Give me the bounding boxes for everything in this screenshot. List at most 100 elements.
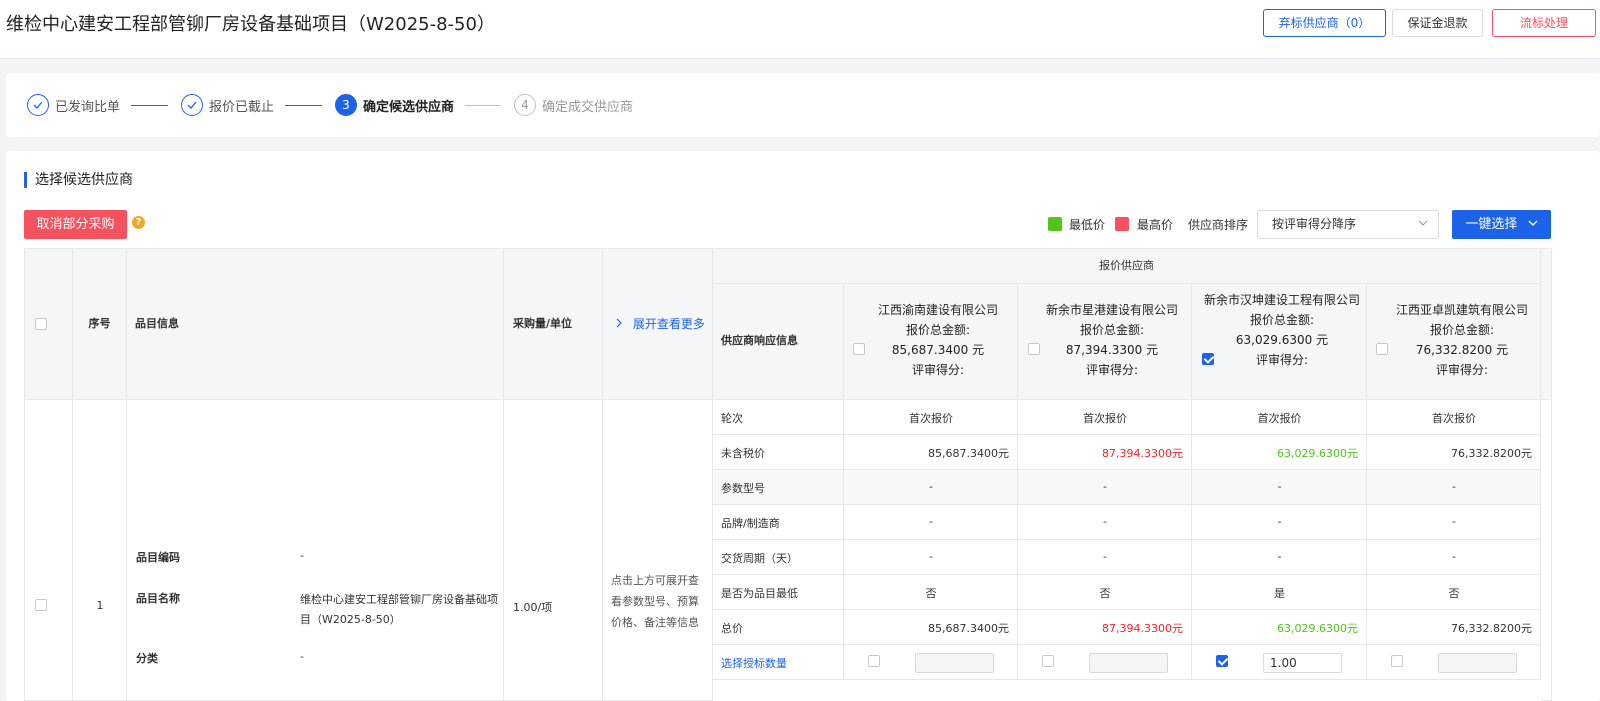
resp-cell: 76,332.8200元 [1367,435,1541,470]
resp-cell: 首次报价 [1192,400,1367,435]
resp-row-label: 轮次 [713,400,844,435]
supplier-header-4: 江西亚卓凯建筑有限公司 报价总金额: 76,332.8200 元 评审得分: [1367,284,1541,400]
header-suppliers-group: 报价供应商 [713,248,1541,284]
resp-cell: - [1192,540,1367,575]
lowest-price-swatch [1048,217,1062,231]
chevron-right-icon [615,317,623,331]
header-qty-unit: 采购量/单位 [504,248,603,400]
resp-cell: 首次报价 [844,400,1018,435]
resp-row-label: 交货周期（天） [713,540,844,575]
highest-price-swatch [1115,217,1129,231]
select-all-checkbox[interactable] [35,318,47,330]
item-name-value: 维检中心建安工程部管铆厂房设备基础项 目（W2025-8-50） [300,593,498,626]
legend-lowest: 最低价 [1069,218,1106,232]
resp-cell: - [1018,470,1192,505]
fail-bid-button[interactable]: 流标处理 [1492,9,1596,37]
row-scroll-gap [1541,400,1552,701]
resp-row-label[interactable]: 选择授标数量 [713,645,844,680]
candidate-supplier-panel: 选择候选供应商 取消部分采购 ? 最低价 最高价 供应商排序 按评审得分降序 一… [6,151,1600,701]
resp-cell: - [1192,470,1367,505]
resp-cell [844,645,1018,680]
chevron-down-icon [1418,211,1428,238]
resp-cell: 首次报价 [1367,400,1541,435]
item-name-label: 品目名称 [136,592,180,605]
step-1: 已发询比单 [27,93,120,117]
resp-cell: - [844,470,1018,505]
resp-cell: 1.00 [1192,645,1367,680]
page-title: 维检中心建安工程部管铆厂房设备基础项目（W2025-8-50） [6,14,495,35]
chevron-down-icon [1528,217,1538,232]
step-connector [285,105,322,106]
resp-cell [1367,645,1541,680]
resp-cell: 63,029.6300元 [1192,435,1367,470]
resp-row-label: 未含税价 [713,435,844,470]
item-code-label: 品目编码 [136,551,180,564]
resp-row-label: 是否为品目最低 [713,575,844,610]
step-2: 报价已截止 [181,93,274,117]
resp-cell: 63,029.6300元 [1192,610,1367,645]
header-expand-cell: 展开查看更多 [603,248,713,400]
header-item-info: 品目信息 [127,248,504,400]
resp-cell: - [1367,540,1541,575]
row-qty: 1.00/项 [504,400,603,701]
sort-label: 供应商排序 [1188,218,1249,232]
resp-cell: - [1367,470,1541,505]
quote-table: 序号 品目信息 采购量/单位 展开查看更多 报价供应商 供应商响应信息 江西渝南… [24,248,1552,701]
resp-cell: 87,394.3300元 [1018,610,1192,645]
top-bar: 维检中心建安工程部管铆厂房设备基础项目（W2025-8-50） 弃标供应商（0）… [0,0,1600,59]
supplier-header-3: 新余市汉坤建设工程有限公司 报价总金额: 63,029.6300 元 评审得分: [1192,284,1367,400]
resp-row-label: 总价 [713,610,844,645]
step-connector [465,105,501,106]
item-code-value: - [300,549,304,562]
award-qty-checkbox[interactable] [1391,655,1403,667]
award-qty-input[interactable] [1089,653,1168,673]
header-resp-info: 供应商响应信息 [713,284,844,400]
resp-cell: 76,332.8200元 [1367,610,1541,645]
row-checkbox[interactable] [35,599,47,611]
resp-cell: 否 [1018,575,1192,610]
one-click-select-button[interactable]: 一键选择 [1452,210,1551,239]
resp-cell: - [1018,505,1192,540]
sort-select[interactable]: 按评审得分降序 [1257,210,1439,239]
cancel-partial-purchase-button[interactable]: 取消部分采购 [24,210,127,239]
row-select-cell [25,400,73,701]
resp-row-label: 品牌/制造商 [713,505,844,540]
legend-highest: 最高价 [1137,218,1174,232]
help-icon[interactable]: ? [132,216,145,229]
check-icon [27,94,49,116]
resp-cell: - [1192,505,1367,540]
resp-cell [1018,645,1192,680]
step-4: 4 确定成交供应商 [514,93,633,117]
resp-cell: - [844,540,1018,575]
resp-cell: 85,687.3400元 [844,610,1018,645]
header-select-all-cell [25,248,73,400]
row-seq: 1 [73,400,127,701]
resp-cell: 是 [1192,575,1367,610]
resp-cell: 首次报价 [1018,400,1192,435]
award-qty-input[interactable] [1438,653,1517,673]
step-3: 3 确定候选供应商 [335,93,454,117]
award-qty-checkbox[interactable] [868,655,880,667]
resp-cell: - [1018,540,1192,575]
row-item-info: 品目编码 - 品目名称 维检中心建安工程部管铆厂房设备基础项 目（W2025-8… [127,400,504,701]
step-connector [131,105,168,106]
abandon-supplier-button[interactable]: 弃标供应商（0） [1263,9,1386,37]
item-category-value: - [300,650,304,663]
check-icon [181,94,203,116]
expand-more-link[interactable]: 展开查看更多 [615,315,705,332]
resp-row-label: 参数型号 [713,470,844,505]
deposit-refund-button[interactable]: 保证金退款 [1392,9,1483,37]
item-category-label: 分类 [136,652,158,665]
header-seq: 序号 [73,248,127,400]
award-qty-checkbox[interactable] [1042,655,1054,667]
row-hint: 点击上方可展开查 看参数型号、预算 价格、备注等信息 [603,400,713,701]
award-qty-checkbox[interactable] [1216,655,1228,667]
resp-cell: - [844,505,1018,540]
award-qty-input[interactable] [915,653,994,673]
supplier-header-1: 江西渝南建设有限公司 报价总金额: 85,687.3400 元 评审得分: [844,284,1018,400]
section-title: 选择候选供应商 [24,172,133,188]
resp-cell: 否 [844,575,1018,610]
award-qty-input[interactable]: 1.00 [1263,653,1342,673]
resp-cell: 87,394.3300元 [1018,435,1192,470]
supplier-header-2: 新余市星港建设有限公司 报价总金额: 87,394.3300 元 评审得分: [1018,284,1192,400]
